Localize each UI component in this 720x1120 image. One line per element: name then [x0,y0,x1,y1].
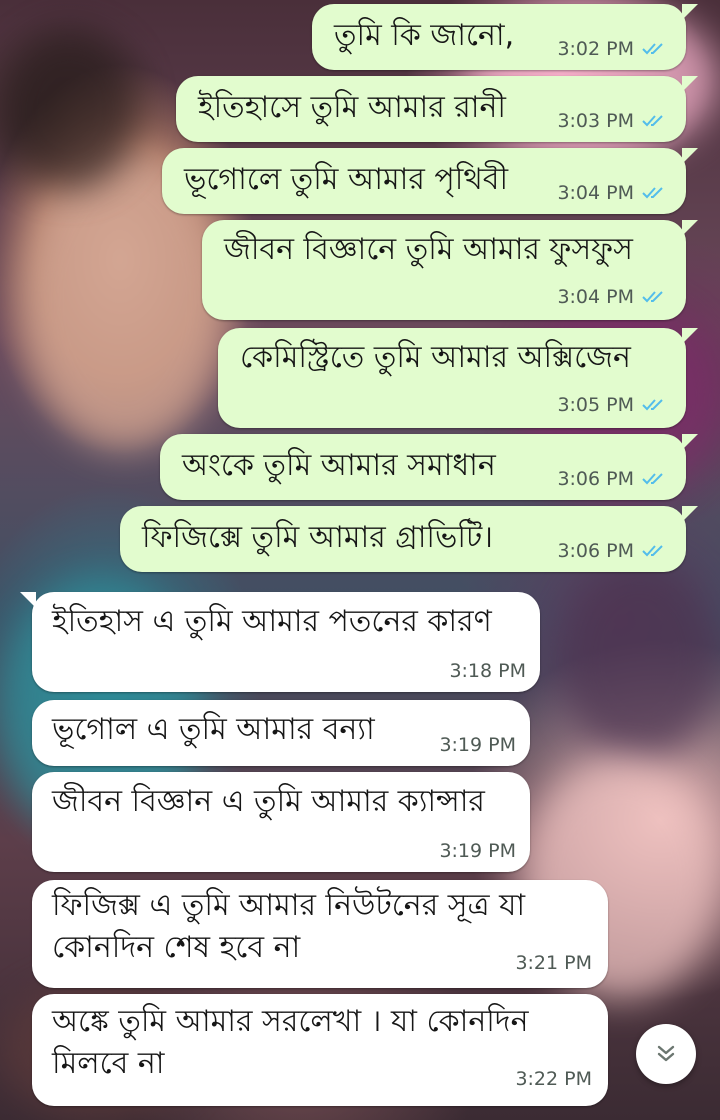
message-time: 3:04 PM [557,182,634,204]
message-text-line: ফিজিক্স এ তুমি আমার নিউটনের সূত্র যা [52,888,526,923]
message-text: ফিজিক্সে তুমি আমার গ্রাভিটি। [142,520,494,555]
bubble-tail [682,76,698,92]
message-meta: 3:05 PM [557,394,668,416]
message-time: 3:19 PM [439,840,516,862]
message-meta: 3:02 PM [557,38,668,60]
bubble-tail [682,148,698,164]
message-time: 3:06 PM [557,468,634,490]
message-bubble-received[interactable]: অঙ্কে তুমি আমার সরলেখা । যা কোনদিন মিলবে… [32,994,608,1106]
bubble-tail [682,434,698,450]
message-bubble-received[interactable]: ইতিহাস এ তুমি আমার পতনের কারণ 3:18 PM [20,592,540,692]
message-meta: 3:21 PM [515,952,592,974]
message-text: ভূগোলে তুমি আমার পৃথিবী [184,162,509,197]
wallpaper-blob [0,30,140,190]
bubble-tail [682,220,698,236]
message-time: 3:19 PM [439,734,516,756]
message-text-line: মিলবে না [52,1046,165,1081]
message-bubble-sent[interactable]: অংকে তুমি আমার সমাধান 3:06 PM [160,434,698,500]
message-time: 3:22 PM [515,1068,592,1090]
bubble-tail [682,328,698,344]
message-time: 3:21 PM [515,952,592,974]
scroll-to-bottom-button[interactable] [636,1024,696,1084]
message-text: অংকে তুমি আমার সমাধান [182,448,496,483]
message-meta: 3:18 PM [449,660,526,682]
message-text: ভূগোল এ তুমি আমার বন্যা [52,712,375,747]
message-meta: 3:22 PM [515,1068,592,1090]
message-time: 3:05 PM [557,394,634,416]
bubble-tail [682,4,698,20]
wallpaper-blob [560,560,720,760]
bubble-tail [20,592,36,608]
message-time: 3:18 PM [449,660,526,682]
message-bubble-received[interactable]: জীবন বিজ্ঞান এ তুমি আমার ক্যান্সার 3:19 … [32,772,530,872]
message-meta: 3:04 PM [557,286,668,308]
double-check-icon [642,115,663,127]
message-bubble-sent[interactable]: ইতিহাসে তুমি আমার রানী 3:03 PM [176,76,698,142]
double-check-icon [642,187,663,199]
message-time: 3:06 PM [557,540,634,562]
message-text-line: অঙ্কে তুমি আমার সরলেখা । যা কোনদিন [52,1004,529,1039]
message-time: 3:03 PM [557,110,634,132]
message-bubble-sent[interactable]: কেমিস্ট্রিতে তুমি আমার অক্সিজেন 3:05 PM [218,328,698,428]
message-text: ইতিহাস এ তুমি আমার পতনের কারণ [52,604,492,639]
message-bubble-received[interactable]: ভূগোল এ তুমি আমার বন্যা 3:19 PM [32,700,530,766]
message-meta: 3:06 PM [557,540,668,562]
message-meta: 3:03 PM [557,110,668,132]
double-check-icon [642,291,663,303]
double-chevron-down-icon [657,1045,675,1062]
message-meta: 3:19 PM [439,734,516,756]
message-text: জীবন বিজ্ঞান এ তুমি আমার ক্যান্সার [52,784,485,819]
double-check-icon [642,43,663,55]
message-text: ইতিহাসে তুমি আমার রানী [198,90,506,125]
message-bubble-sent[interactable]: জীবন বিজ্ঞানে তুমি আমার ফুসফুস 3:04 PM [202,220,698,320]
double-check-icon [642,545,663,557]
message-meta: 3:19 PM [439,840,516,862]
message-bubble-sent[interactable]: ফিজিক্সে তুমি আমার গ্রাভিটি। 3:06 PM [120,506,698,572]
double-check-icon [642,473,663,485]
message-text-line: কোনদিন শেষ হবে না [52,930,301,965]
double-check-icon [642,399,663,411]
message-time: 3:02 PM [557,38,634,60]
message-time: 3:04 PM [557,286,634,308]
message-meta: 3:06 PM [557,468,668,490]
bubble-tail [682,506,698,522]
message-text: তুমি কি জানো, [334,18,515,53]
message-text: কেমিস্ট্রিতে তুমি আমার অক্সিজেন [240,340,631,375]
message-bubble-received[interactable]: ফিজিক্স এ তুমি আমার নিউটনের সূত্র যা কোন… [32,880,608,988]
message-meta: 3:04 PM [557,182,668,204]
message-bubble-sent[interactable]: তুমি কি জানো, 3:02 PM [312,4,698,70]
message-bubble-sent[interactable]: ভূগোলে তুমি আমার পৃথিবী 3:04 PM [162,148,698,214]
message-text: জীবন বিজ্ঞানে তুমি আমার ফুসফুস [224,232,633,267]
